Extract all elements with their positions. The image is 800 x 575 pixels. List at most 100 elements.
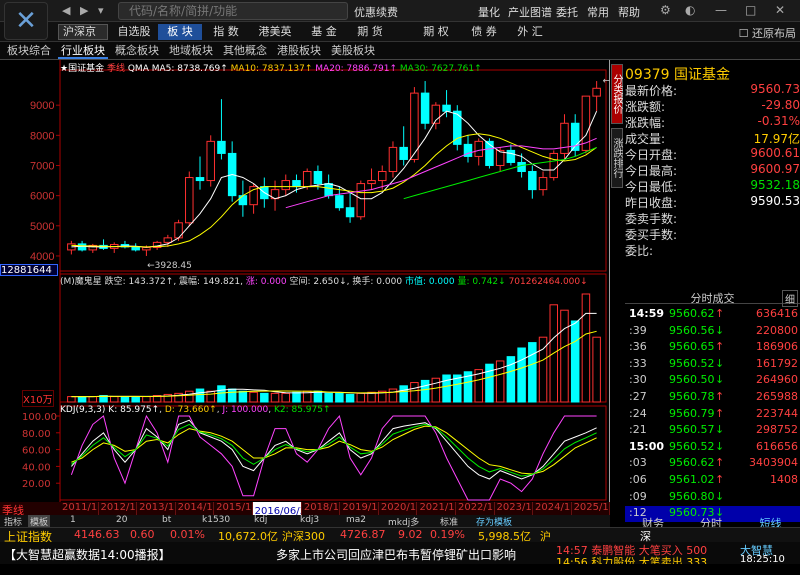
nav-hk-us-uk[interactable]: 港美英 (250, 24, 300, 40)
kdj-ytick-label: 100.00 (22, 412, 57, 423)
volume-bar (431, 377, 441, 403)
minimize-icon[interactable]: — (715, 3, 727, 17)
menu-industry-graph[interactable]: 产业图谱 (508, 4, 552, 20)
forward-icon[interactable]: ▶ (80, 4, 88, 17)
tick-row[interactable]: :21 9560.57 ↓ 298752 (625, 423, 800, 439)
tab-hk-sector[interactable]: 港股板块 (274, 43, 324, 59)
nav-futures[interactable]: 期 货 (348, 24, 392, 40)
chart-area[interactable]: 9000 8000 7000 6000 5000 4000 ←9814.10 ←3928.45… (0, 60, 610, 515)
tool-bt[interactable]: bt (162, 515, 171, 525)
index2-pct: 0.19% (430, 528, 465, 541)
tick-arrow: ↑ (715, 390, 725, 403)
volume-bar (292, 391, 301, 403)
nav-index[interactable]: 指 数 (204, 24, 248, 40)
tick-row[interactable]: :36 9560.65 ↑ 186906 (625, 340, 800, 356)
menu-trade[interactable]: 委托 (556, 4, 578, 20)
tick-time: :33 (629, 356, 647, 370)
tab-industry-sector[interactable]: 行业板块 (58, 43, 108, 59)
dropdown-icon[interactable]: ▾ (98, 4, 104, 17)
vol-item: 市值: 0.000 (404, 277, 455, 287)
ticks-mode-button[interactable]: 细 (782, 290, 798, 307)
vtab-ranking[interactable]: 涨跌排行 (611, 128, 623, 188)
tick-row[interactable]: :03 9560.62 ↑ 3403904 (625, 456, 800, 472)
news-flash[interactable]: 【大智慧超赢数据14:00播报】 (4, 546, 171, 563)
quote-row: 昨日收盘: 9590.53 (625, 194, 800, 210)
xaxis-tick: 2022/1 (457, 502, 495, 515)
vtab-quote[interactable]: 分类报价 (611, 64, 623, 124)
candle-body (302, 171, 312, 188)
menu-common[interactable]: 常用 (587, 4, 609, 20)
tick-row[interactable]: 15:00 9560.52 ↓ 616656 (625, 440, 800, 456)
kdj-k-line (71, 419, 597, 480)
candle-body (517, 161, 526, 173)
tick-price: 9560.79 (669, 406, 715, 420)
news-headline[interactable]: 多家上市公司回应津巴布韦暂停锂矿出口影响 (276, 546, 516, 563)
tick-arrow: ↓ (715, 489, 725, 503)
volume-bar (88, 396, 98, 403)
ma-label: QMA (127, 64, 149, 74)
volume-bar (592, 336, 601, 403)
tick-row[interactable]: :33 9560.52 ↓ 161792 (625, 357, 800, 373)
candle-body (185, 177, 194, 224)
tool-kdj[interactable]: kdj (254, 515, 267, 525)
period-label[interactable]: 季线 (0, 502, 60, 517)
quote-label: 涨跌额: (625, 100, 666, 114)
tool-kdj3[interactable]: kdj3 (300, 515, 319, 525)
xaxis-tick: 2020/1 (380, 502, 418, 515)
quote-label: 今日开盘: (625, 148, 678, 162)
tool-k1530[interactable]: k1530 (202, 515, 230, 525)
maximize-icon[interactable]: □ (745, 3, 756, 17)
tab-sector-overview[interactable]: 板块综合 (4, 43, 54, 59)
menu-quant[interactable]: 量化 (478, 4, 500, 20)
nav-sector[interactable]: 板 块 (158, 24, 202, 40)
nav-fund[interactable]: 基 金 (302, 24, 346, 40)
ytick-label: 7000 (30, 160, 54, 172)
nav-watchlist[interactable]: 自选股 (112, 24, 156, 40)
market-select[interactable]: 沪深京 (58, 24, 108, 40)
close-icon[interactable]: ✕ (775, 3, 785, 17)
back-icon[interactable]: ◀ (62, 4, 70, 17)
tool-20[interactable]: 20 (116, 515, 127, 525)
tick-row[interactable]: :24 9560.79 ↑ 223744 (625, 407, 800, 423)
quote-label: 昨日收盘: (625, 196, 678, 210)
tick-time: :30 (629, 373, 647, 387)
restore-icon: ☐ (738, 27, 752, 40)
tick-row[interactable]: :30 9560.50 ↓ 264960 (625, 373, 800, 389)
volume-bar (560, 309, 569, 403)
search-input[interactable]: 代码/名称/简拼/功能 (118, 2, 348, 20)
candle-body (528, 171, 537, 191)
nav-bonds[interactable]: 债 券 (462, 24, 506, 40)
promo-link[interactable]: 优惠续费 (354, 4, 398, 20)
tick-row[interactable]: :09 9560.80 ↓ (625, 490, 800, 506)
menu-help[interactable]: 帮助 (618, 4, 640, 20)
settings-icon[interactable]: ⚙ (660, 3, 671, 17)
tick-volume: 636416 (756, 307, 798, 320)
quote-row: 今日最低: 9532.18 (625, 178, 800, 194)
tab-region-sector[interactable]: 地域板块 (166, 43, 216, 59)
ytick-label: 4000 (30, 251, 54, 263)
tick-price: 9560.65 (669, 340, 715, 354)
tab-us-sector[interactable]: 美股板块 (328, 43, 378, 59)
skin-icon[interactable]: ◐ (685, 3, 695, 17)
tick-row[interactable]: :06 9561.02 ↑ 1408 (625, 473, 800, 489)
candle-body (367, 180, 376, 185)
tick-row[interactable]: 14:59 9560.62 ↑ 636416 (625, 307, 800, 323)
tool-ma2[interactable]: ma2 (346, 515, 366, 525)
candle-body (313, 171, 323, 185)
volume-bar (67, 396, 76, 403)
xaxis-tick: 2012/1 (100, 502, 138, 515)
volume-bar (142, 396, 151, 403)
volume-bar (120, 396, 130, 403)
tab-concept-sector[interactable]: 概念板块 (112, 43, 162, 59)
tick-row[interactable]: :27 9560.78 ↑ 265988 (625, 390, 800, 406)
restore-layout-button[interactable]: ☐ 还原布局 (739, 25, 796, 41)
xaxis-tick: 2021/1 (419, 502, 456, 515)
tick-volume: 298752 (756, 423, 798, 437)
kline-chart[interactable]: 9000 8000 7000 6000 5000 4000 ←9814.10 ←3928.45… (0, 60, 610, 515)
nav-options[interactable]: 期 权 (414, 24, 458, 40)
tool-1[interactable]: 1 (70, 515, 76, 525)
tick-row[interactable]: :39 9560.56 ↓ 220800 (625, 324, 800, 340)
tab-other-concept[interactable]: 其他概念 (220, 43, 270, 59)
nav-forex[interactable]: 外 汇 (508, 24, 552, 40)
ma10-value: MA10: 7837.137↑ (230, 64, 313, 74)
